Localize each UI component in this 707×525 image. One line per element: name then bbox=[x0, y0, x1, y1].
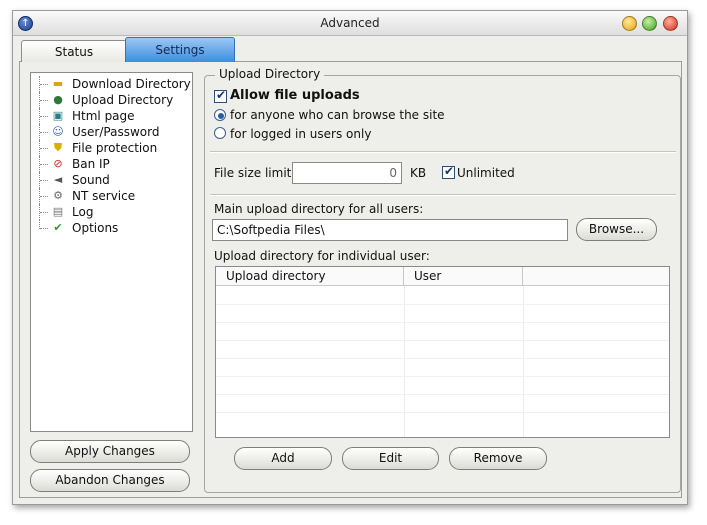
tab-status[interactable]: Status bbox=[21, 40, 127, 62]
size-unit-label: KB bbox=[410, 166, 427, 180]
log-icon: ▤ bbox=[52, 205, 64, 218]
tree-item-ban-ip[interactable]: ⊘ Ban IP bbox=[39, 156, 189, 172]
speaker-icon: ◄ bbox=[53, 173, 63, 186]
tree-item-html-page[interactable]: ▣ Html page bbox=[39, 108, 189, 124]
separator bbox=[210, 194, 676, 196]
tree-item-log[interactable]: ▤ Log bbox=[39, 204, 189, 220]
tree-item-file-protection[interactable]: ⛊ File protection bbox=[39, 140, 189, 156]
table-header: Upload directory User bbox=[216, 267, 669, 286]
allow-uploads-label: Allow file uploads bbox=[230, 88, 360, 103]
column-user[interactable]: User bbox=[404, 267, 523, 286]
radio-logged-label: for logged in users only bbox=[230, 127, 372, 141]
settings-tab-panel: ▬ Download Directory ● Upload Directory … bbox=[19, 61, 682, 498]
checkmark-icon: ✔ bbox=[53, 221, 63, 234]
maximize-button[interactable] bbox=[642, 16, 657, 31]
shield-icon: ⛊ bbox=[53, 141, 63, 154]
main-dir-label: Main upload directory for all users: bbox=[214, 202, 424, 216]
individual-dir-table[interactable]: Upload directory User bbox=[215, 266, 670, 438]
column-upload-directory[interactable]: Upload directory bbox=[216, 267, 404, 286]
edit-button[interactable]: Edit bbox=[342, 447, 439, 470]
ban-icon: ⊘ bbox=[53, 157, 63, 170]
settings-tree[interactable]: ▬ Download Directory ● Upload Directory … bbox=[30, 72, 193, 432]
size-limit-label: File size limit: bbox=[214, 166, 296, 180]
tree-item-download-directory[interactable]: ▬ Download Directory bbox=[39, 76, 191, 92]
add-button[interactable]: Add bbox=[234, 447, 332, 470]
individual-dir-label: Upload directory for individual user: bbox=[214, 249, 430, 263]
tab-settings[interactable]: Settings bbox=[125, 37, 235, 62]
tree-item-options[interactable]: ✔ Options bbox=[39, 220, 189, 236]
abandon-changes-button[interactable]: Abandon Changes bbox=[30, 469, 190, 492]
minimize-button[interactable] bbox=[622, 16, 637, 31]
group-title: Upload Directory bbox=[215, 67, 325, 81]
gears-icon: ⚙ bbox=[53, 189, 63, 202]
main-dir-input[interactable]: C:\Softpedia Files\ bbox=[212, 219, 568, 241]
separator bbox=[210, 151, 676, 153]
browse-button[interactable]: Browse... bbox=[576, 218, 657, 241]
remove-button[interactable]: Remove bbox=[449, 447, 547, 470]
tree-item-upload-directory[interactable]: ● Upload Directory bbox=[39, 92, 189, 108]
size-limit-input[interactable]: 0 bbox=[292, 162, 402, 184]
user-icon: ☺ bbox=[52, 125, 64, 138]
globe-upload-icon: ● bbox=[53, 93, 63, 106]
radio-anyone-label: for anyone who can browse the site bbox=[230, 108, 445, 122]
radio-anyone[interactable] bbox=[214, 109, 226, 121]
allow-uploads-checkbox[interactable] bbox=[214, 88, 227, 103]
advanced-window: ↑ Advanced ▬ Download Directory ● Upload… bbox=[12, 10, 688, 505]
tree-item-user-password[interactable]: ☺ User/Password bbox=[39, 124, 189, 140]
apply-changes-button[interactable]: Apply Changes bbox=[30, 440, 190, 463]
title-bar[interactable]: ↑ Advanced bbox=[13, 11, 687, 36]
radio-logged-in[interactable] bbox=[214, 127, 226, 139]
folder-icon: ▬ bbox=[52, 77, 64, 90]
html-page-icon: ▣ bbox=[52, 109, 64, 122]
close-button[interactable] bbox=[663, 16, 678, 31]
tree-item-nt-service[interactable]: ⚙ NT service bbox=[39, 188, 189, 204]
window-title: Advanced bbox=[320, 16, 380, 30]
unlimited-checkbox[interactable] bbox=[442, 164, 455, 179]
tree-item-sound[interactable]: ◄ Sound bbox=[39, 172, 189, 188]
unlimited-label: Unlimited bbox=[457, 166, 515, 180]
